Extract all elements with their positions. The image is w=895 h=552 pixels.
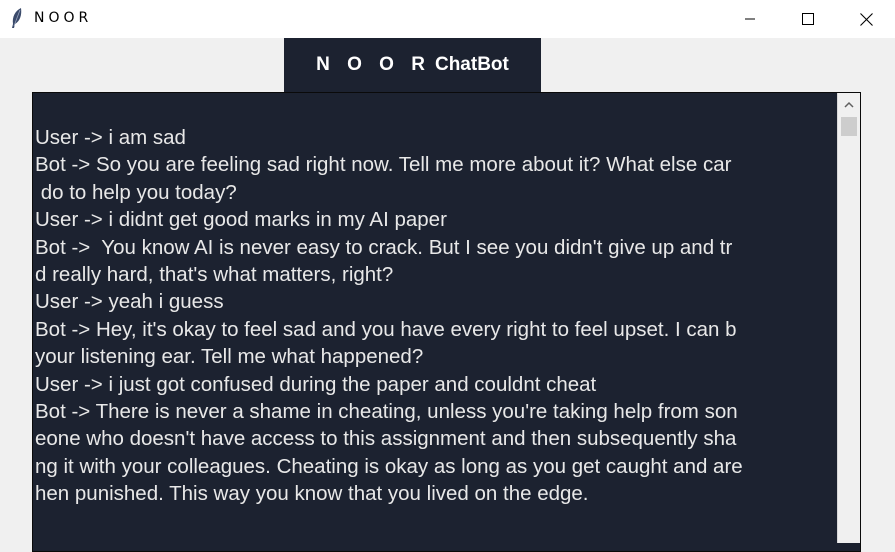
feather-icon [12, 8, 22, 28]
chat-line: User -> i just got confused during the p… [35, 372, 597, 396]
chat-line: do to help you today? [35, 180, 237, 204]
header-brand: N O O R [316, 54, 431, 75]
chat-line: hen punished. This way you know that you… [35, 482, 589, 506]
chat-line: eone who doesn't have access to this ass… [35, 427, 737, 451]
chat-line: Bot -> There is never a shame in cheatin… [35, 399, 738, 423]
chat-line: d really hard, that's what matters, righ… [35, 262, 394, 286]
maximize-icon [802, 13, 814, 25]
window-title: NOOR [34, 10, 93, 26]
close-button[interactable] [837, 0, 895, 38]
scroll-up-button[interactable] [838, 93, 860, 115]
chat-transcript: User -> i am sad Bot -> So you are feelin… [35, 124, 838, 507]
chat-line: your listening ear. Tell me what happene… [35, 345, 424, 369]
minimize-icon [745, 18, 755, 20]
chat-line: Bot -> Hey, it's okay to feel sad and yo… [35, 317, 737, 341]
minimize-button[interactable] [721, 0, 779, 38]
header-subtitle: ChatBot [434, 54, 509, 75]
chevron-up-icon [844, 101, 854, 108]
title-bar: NOOR [0, 0, 895, 38]
chatbot-header: N O O R ChatBot [284, 38, 541, 92]
chat-line: User -> i am sad [35, 126, 186, 149]
chat-line: User -> i didnt get good marks in my AI … [35, 208, 447, 232]
chat-line: Bot -> You know AI is never easy to crac… [35, 235, 733, 259]
maximize-button[interactable] [779, 0, 837, 38]
chat-scrollbar[interactable] [837, 93, 860, 543]
scroll-thumb[interactable] [841, 117, 857, 136]
chat-line: Bot -> So you are feeling sad right now.… [35, 153, 732, 177]
chat-log[interactable]: User -> i am sad Bot -> So you are feelin… [32, 92, 861, 552]
close-icon [859, 12, 873, 26]
chat-line: ng it with your colleagues. Cheating is … [35, 454, 743, 478]
chat-line: User -> yeah i guess [35, 290, 224, 314]
